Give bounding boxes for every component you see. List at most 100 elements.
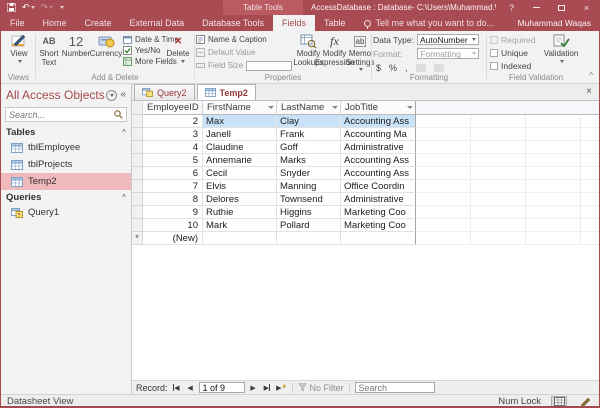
- cell-employeeid[interactable]: 9: [143, 206, 203, 219]
- select-all-corner[interactable]: [132, 101, 143, 115]
- column-header[interactable]: LastName: [277, 101, 341, 115]
- ribbon-tab[interactable]: Table: [315, 15, 355, 31]
- cell-firstname[interactable]: Max: [203, 115, 277, 128]
- new-row-selector[interactable]: *: [132, 232, 143, 245]
- cell-lastname[interactable]: Marks: [277, 154, 341, 167]
- decrease-decimals-icon[interactable]: [434, 64, 444, 72]
- cell-lastname[interactable]: Goff: [277, 141, 341, 154]
- record-search-input[interactable]: [356, 383, 434, 393]
- filter-indicator[interactable]: No Filter: [298, 383, 344, 393]
- format-dropdown[interactable]: Formatting: [417, 48, 479, 59]
- default-value-button[interactable]: Default Value: [196, 47, 255, 58]
- ribbon-tab[interactable]: Database Tools: [193, 15, 273, 31]
- ribbon-tab[interactable]: Create: [76, 15, 121, 31]
- memo-settings-button[interactable]: ab Memo Settings: [348, 33, 372, 71]
- redo-dropdown-icon[interactable]: [49, 6, 53, 9]
- cell-employeeid[interactable]: 6: [143, 167, 203, 180]
- row-selector[interactable]: [132, 206, 143, 219]
- tell-me-box[interactable]: Tell me what you want to do...: [354, 15, 494, 31]
- previous-record-button[interactable]: ◀: [185, 382, 196, 393]
- view-dropdown-icon[interactable]: [18, 60, 22, 63]
- column-header[interactable]: EmployeeID: [143, 101, 203, 115]
- cell-jobtitle[interactable]: Administrative: [341, 141, 416, 154]
- nav-item-query[interactable]: Query1: [1, 204, 131, 221]
- row-selector[interactable]: [132, 128, 143, 141]
- row-selector[interactable]: [132, 141, 143, 154]
- cell-lastname[interactable]: Snyder: [277, 167, 341, 180]
- nav-search-input[interactable]: [9, 110, 114, 120]
- column-header[interactable]: JobTitle: [341, 101, 416, 115]
- required-checkbox[interactable]: [490, 36, 498, 44]
- row-selector[interactable]: [132, 167, 143, 180]
- view-button[interactable]: View: [8, 33, 30, 63]
- cell-employeeid[interactable]: 10: [143, 219, 203, 232]
- nav-item-table[interactable]: tblProjects: [1, 156, 131, 173]
- queries-collapse-icon[interactable]: ^: [122, 193, 126, 202]
- row-selector[interactable]: [132, 219, 143, 232]
- signed-in-user[interactable]: Muhammad Waqas: [518, 15, 591, 31]
- first-record-button[interactable]: ◀: [171, 382, 182, 393]
- cell-firstname[interactable]: Ruthie: [203, 206, 277, 219]
- record-position-box[interactable]: 1 of 9: [199, 382, 245, 393]
- number-button[interactable]: 12 Number: [62, 33, 90, 59]
- field-size-input[interactable]: [246, 61, 292, 71]
- modify-expression-button[interactable]: fx Modify Expression: [322, 33, 347, 67]
- delete-button[interactable]: × Delete: [165, 33, 191, 59]
- ribbon-tab[interactable]: Home: [34, 15, 76, 31]
- indexed-checkbox[interactable]: [490, 62, 498, 70]
- undo-dropdown-icon[interactable]: [31, 6, 35, 9]
- cell-firstname[interactable]: Claudine: [203, 141, 277, 154]
- more-fields-dropdown-icon[interactable]: [181, 60, 185, 63]
- maximize-button[interactable]: [549, 0, 574, 15]
- cell-lastname[interactable]: Frank: [277, 128, 341, 141]
- row-selector[interactable]: [132, 154, 143, 167]
- cell-firstname[interactable]: Annemarie: [203, 154, 277, 167]
- cell-employeeid[interactable]: 3: [143, 128, 203, 141]
- increase-decimals-icon[interactable]: [416, 64, 426, 72]
- shutter-bar-collapse-icon[interactable]: «: [120, 90, 126, 100]
- data-type-dropdown[interactable]: AutoNumber: [417, 34, 479, 45]
- cell-employeeid[interactable]: 5: [143, 154, 203, 167]
- nav-search-box[interactable]: [5, 107, 127, 122]
- tables-collapse-icon[interactable]: ^: [122, 128, 126, 137]
- minimize-button[interactable]: [524, 0, 549, 15]
- ribbon-tab[interactable]: File: [1, 15, 34, 31]
- cell-jobtitle[interactable]: Administrative: [341, 193, 416, 206]
- unique-checkbox[interactable]: [490, 49, 498, 57]
- currency-format-button[interactable]: $: [376, 63, 381, 73]
- save-icon[interactable]: [7, 3, 16, 12]
- currency-button[interactable]: Currency: [91, 33, 121, 59]
- tab-query2[interactable]: Query2: [134, 84, 195, 100]
- customize-qat-icon[interactable]: [59, 6, 64, 9]
- cell-firstname[interactable]: Janell: [203, 128, 277, 141]
- nav-group-queries[interactable]: Queries ^: [1, 190, 131, 204]
- collapse-ribbon-icon[interactable]: ^: [589, 71, 593, 80]
- memo-settings-dropdown-icon[interactable]: [359, 68, 363, 71]
- close-button[interactable]: ×: [574, 0, 599, 15]
- cell-jobtitle[interactable]: Accounting Ass: [341, 154, 416, 167]
- cell-jobtitle[interactable]: Accounting Ass: [341, 115, 416, 128]
- comma-format-button[interactable]: ,: [405, 63, 408, 73]
- cell-jobtitle[interactable]: Accounting Ma: [341, 128, 416, 141]
- cell-jobtitle[interactable]: Office Coordin: [341, 180, 416, 193]
- cell-firstname[interactable]: Cecil: [203, 167, 277, 180]
- cell-jobtitle[interactable]: Marketing Coo: [341, 206, 416, 219]
- ribbon-tab[interactable]: External Data: [121, 15, 194, 31]
- cell-employeeid[interactable]: 4: [143, 141, 203, 154]
- record-search-box[interactable]: [355, 382, 435, 393]
- nav-group-tables[interactable]: Tables ^: [1, 125, 131, 139]
- cell-firstname[interactable]: Mark: [203, 219, 277, 232]
- cell-lastname[interactable]: Clay: [277, 115, 341, 128]
- row-selector[interactable]: [132, 115, 143, 128]
- undo-button[interactable]: ↶: [22, 3, 35, 12]
- name-caption-button[interactable]: Name & Caption: [196, 34, 267, 45]
- ribbon-tab[interactable]: Fields: [273, 15, 315, 31]
- nav-item-table[interactable]: tblEmployee: [1, 139, 131, 156]
- cell-lastname[interactable]: Pollard: [277, 219, 341, 232]
- validation-dropdown-icon[interactable]: [560, 60, 564, 63]
- column-header[interactable]: FirstName: [203, 101, 277, 115]
- next-record-button[interactable]: ▶: [248, 382, 259, 393]
- cell-firstname[interactable]: Elvis: [203, 180, 277, 193]
- row-selector[interactable]: [132, 180, 143, 193]
- redo-button[interactable]: ↷: [41, 3, 54, 12]
